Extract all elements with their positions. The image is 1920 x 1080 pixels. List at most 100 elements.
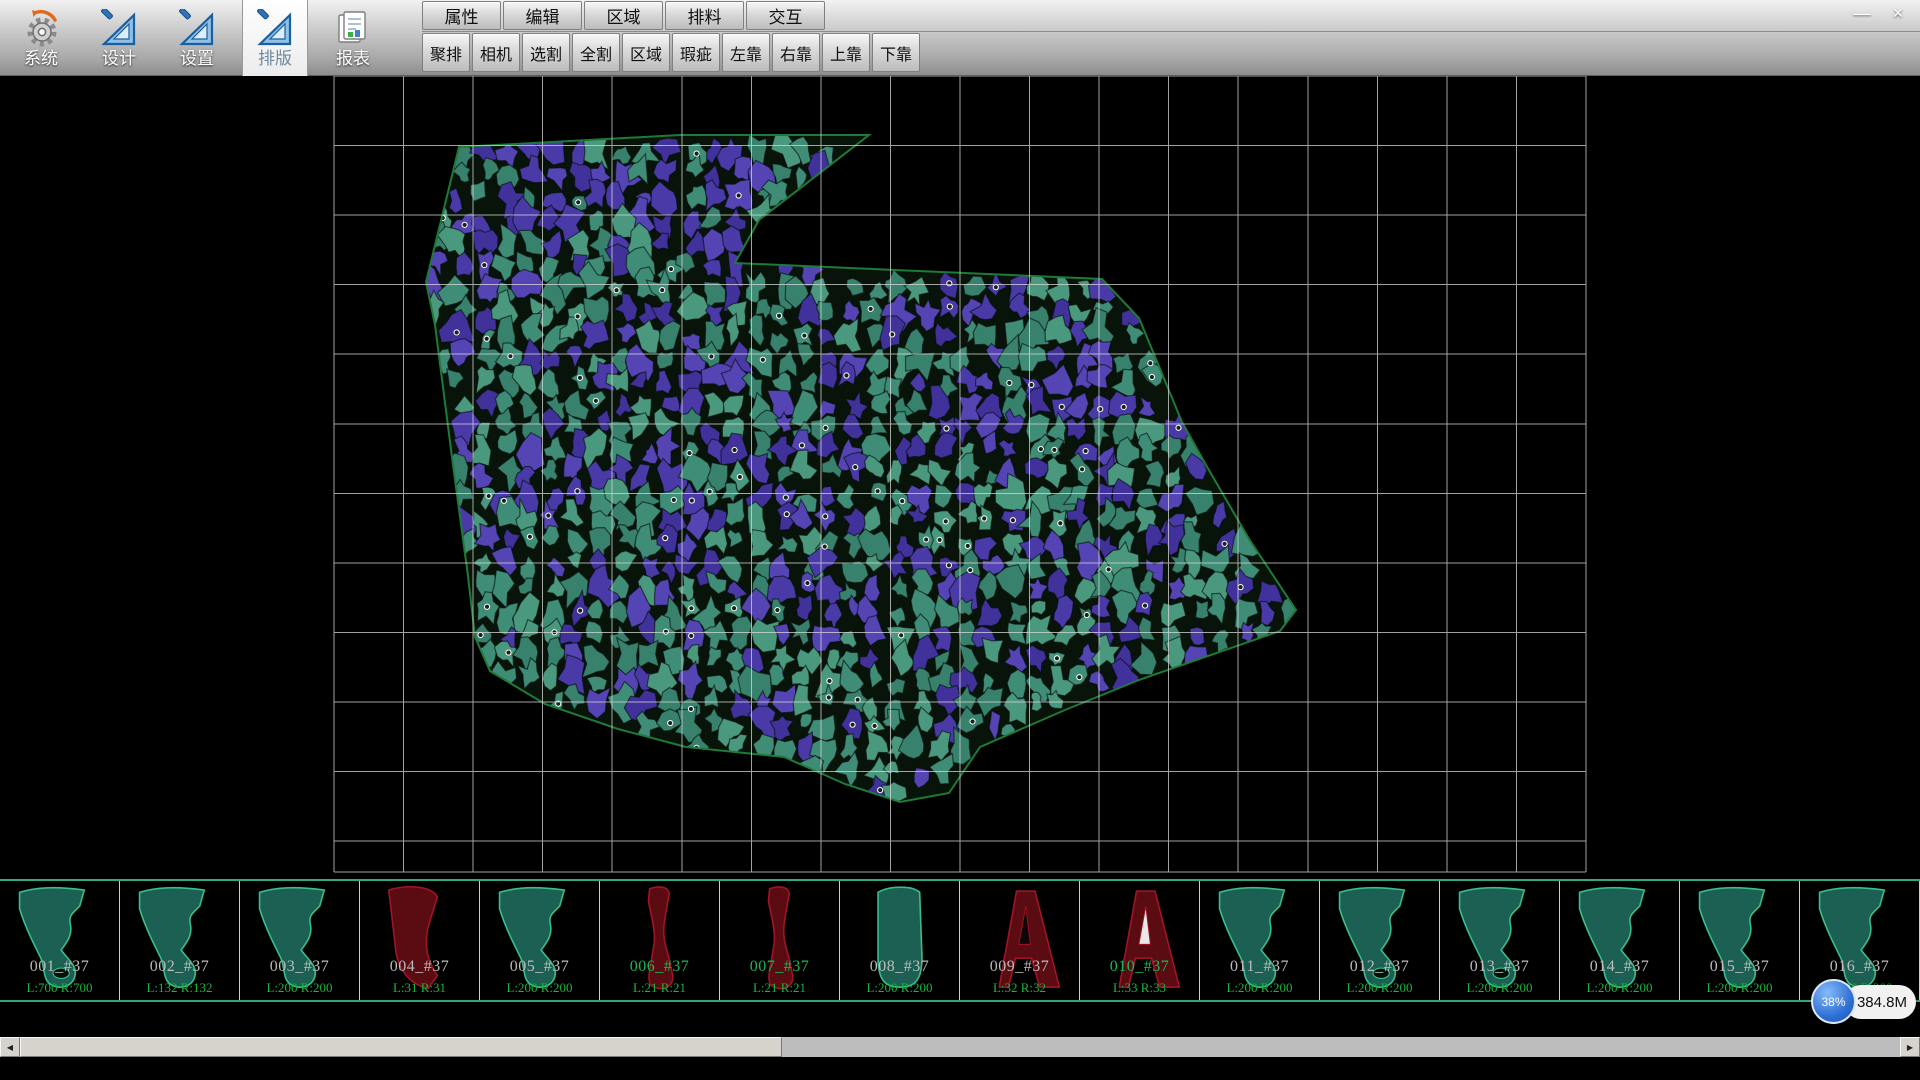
scrollbar-thumb[interactable] (20, 1037, 782, 1057)
tool-camera-button[interactable]: 相机 (472, 33, 520, 72)
menu-row-2: 聚排相机选割全割区域瑕疵左靠右靠上靠下靠 (422, 31, 922, 74)
piece-thumbnail-003_#37[interactable]: 003_#37L:200 R:200 (240, 881, 360, 1000)
tool-snap-left-button[interactable]: 左靠 (722, 33, 770, 72)
piece-thumbnail-001_#37[interactable]: 001_#37 L:700 R:700 (0, 881, 120, 1000)
nav-tab-label: 系统 (24, 49, 58, 68)
piece-label: 006_#37 (600, 958, 719, 976)
piece-label: 004_#37 (360, 958, 479, 976)
nav-tab-design[interactable]: 设计 (86, 0, 152, 76)
menu-region-button[interactable]: 区域 (584, 1, 663, 30)
scroll-right-arrow-icon[interactable]: ▶ (1900, 1037, 1920, 1057)
piece-shape (248, 882, 352, 994)
nav-tab-label: 排版 (258, 49, 292, 68)
piece-thumbnail-010_#37[interactable]: 010_#37 L:33 R:33 (1080, 881, 1200, 1000)
nav-tabs: 系统 设计 设置 排版 报表 (8, 0, 386, 76)
piece-label: 008_#37 (840, 958, 959, 976)
menu-area: 属性编辑区域排料交互 聚排相机选割全割区域瑕疵左靠右靠上靠下靠 (422, 0, 922, 74)
piece-lr-count: L:200 R:200 (1200, 980, 1319, 996)
nav-tab-label: 设计 (102, 49, 136, 68)
scroll-left-arrow-icon[interactable]: ◀ (0, 1037, 20, 1057)
nav-tab-settings[interactable]: 设置 (164, 0, 230, 76)
piece-lr-count: L:33 R:33 (1080, 980, 1199, 996)
minimize-button[interactable]: — (1848, 1, 1876, 25)
piece-thumbnail-004_#37[interactable]: 004_#37L:31 R:31 (360, 881, 480, 1000)
canvas-svg (0, 76, 1920, 879)
piece-lr-count: L:200 R:200 (240, 980, 359, 996)
nav-tab-system[interactable]: 系统 (8, 0, 74, 76)
piece-shape (488, 882, 592, 994)
piece-shape (8, 882, 112, 994)
piece-thumbnail-016_#37[interactable]: 016_#37L:200 R:200 (1800, 881, 1920, 1000)
piece-label: 016_#37 (1800, 958, 1919, 976)
close-button[interactable]: × (1884, 1, 1912, 25)
piece-lr-count: L:132 R:132 (120, 980, 239, 996)
horizontal-scrollbar[interactable]: ◀ ▶ (0, 1037, 1920, 1057)
piece-thumbnail-007_#37[interactable]: 007_#37L:21 R:21 (720, 881, 840, 1000)
nav-tab-report[interactable]: 报表 (320, 0, 386, 76)
piece-thumbnail-006_#37[interactable]: 006_#37 L:21 R:21 (600, 881, 720, 1000)
menu-edit-button[interactable]: 编辑 (503, 1, 582, 30)
gear-icon (21, 9, 61, 49)
tool-snap-top-button[interactable]: 上靠 (822, 33, 870, 72)
tool-defect-button[interactable]: 瑕疵 (672, 33, 720, 72)
piece-shape (128, 882, 232, 994)
piece-lr-count: L:200 R:200 (480, 980, 599, 996)
piece-lr-count: L:32 R:32 (960, 980, 1079, 996)
piece-shape (1688, 882, 1792, 994)
piece-label: 009_#37 (960, 958, 1079, 976)
piece-lr-count: L:200 R:200 (1320, 980, 1439, 996)
piece-shape (1568, 882, 1672, 994)
piece-label: 010_#37 (1080, 958, 1199, 976)
menu-nesting-button[interactable]: 排料 (665, 1, 744, 30)
piece-label: 014_#37 (1560, 958, 1679, 976)
piece-shape (1448, 882, 1552, 994)
toolbar-divider (422, 31, 1920, 32)
ruler-icon (177, 9, 217, 49)
toolbar: 系统设计设置排版报表 属性编辑区域排料交互 聚排相机选割全割区域瑕疵左靠右靠上靠… (0, 0, 1920, 76)
piece-thumbnail-005_#37[interactable]: 005_#37L:200 R:200 (480, 881, 600, 1000)
tool-cut-all-button[interactable]: 全割 (572, 33, 620, 72)
piece-thumbnail-009_#37[interactable]: 009_#37 L:32 R:32 (960, 881, 1080, 1000)
piece-label: 013_#37 (1440, 958, 1559, 976)
piece-shape (1328, 882, 1432, 994)
piece-thumbnail-015_#37[interactable]: 015_#37 L:200 R:200 (1680, 881, 1800, 1000)
piece-lr-count: L:200 R:200 (1680, 980, 1799, 996)
nesting-canvas[interactable] (0, 76, 1920, 879)
piece-label: 001_#37 (0, 958, 119, 976)
piece-shape (608, 882, 712, 994)
menu-properties-button[interactable]: 属性 (422, 1, 501, 30)
piece-lr-count: L:200 R:200 (1440, 980, 1559, 996)
piece-label: 002_#37 (120, 958, 239, 976)
piece-label: 015_#37 (1680, 958, 1799, 976)
piece-lr-count: L:700 R:700 (0, 980, 119, 996)
pieces-panel: 001_#37 L:700 R:700002_#37 L:132 R:132003_… (0, 879, 1920, 1002)
piece-thumbnail-012_#37[interactable]: 012_#37L:200 R:200 (1320, 881, 1440, 1000)
piece-shape (968, 882, 1072, 994)
piece-lr-count: L:200 R:200 (840, 980, 959, 996)
piece-shape (728, 882, 832, 994)
memory-value: 384.8M (1857, 994, 1907, 1011)
tool-select-cut-button[interactable]: 选割 (522, 33, 570, 72)
piece-shape (1208, 882, 1312, 994)
nav-tab-layout[interactable]: 排版 (242, 0, 308, 76)
nav-tab-label: 设置 (180, 49, 214, 68)
piece-thumbnail-011_#37[interactable]: 011_#37L:200 R:200 (1200, 881, 1320, 1000)
piece-thumbnail-008_#37[interactable]: 008_#37 L:200 R:200 (840, 881, 960, 1000)
piece-shape (1088, 882, 1192, 994)
ruler-icon (255, 9, 295, 49)
tool-snap-bottom-button[interactable]: 下靠 (872, 33, 920, 72)
piece-shape (1808, 882, 1912, 994)
piece-thumbnail-002_#37[interactable]: 002_#37 L:132 R:132 (120, 881, 240, 1000)
piece-thumbnail-013_#37[interactable]: 013_#37 L:200 R:200 (1440, 881, 1560, 1000)
window-controls: — × (1848, 1, 1912, 25)
tool-snap-right-button[interactable]: 右靠 (772, 33, 820, 72)
menu-interact-button[interactable]: 交互 (746, 1, 825, 30)
app-window: 系统设计设置排版报表 属性编辑区域排料交互 聚排相机选割全割区域瑕疵左靠右靠上靠… (0, 0, 1920, 1080)
ruler-icon (99, 9, 139, 49)
tool-cluster-nest-button[interactable]: 聚排 (422, 33, 470, 72)
tool-region-button[interactable]: 区域 (622, 33, 670, 72)
piece-lr-count: L:21 R:21 (600, 980, 719, 996)
piece-thumbnail-014_#37[interactable]: 014_#37 L:200 R:200 (1560, 881, 1680, 1000)
piece-lr-count: L:200 R:200 (1560, 980, 1679, 996)
progress-percent: 38% (1821, 995, 1845, 1009)
